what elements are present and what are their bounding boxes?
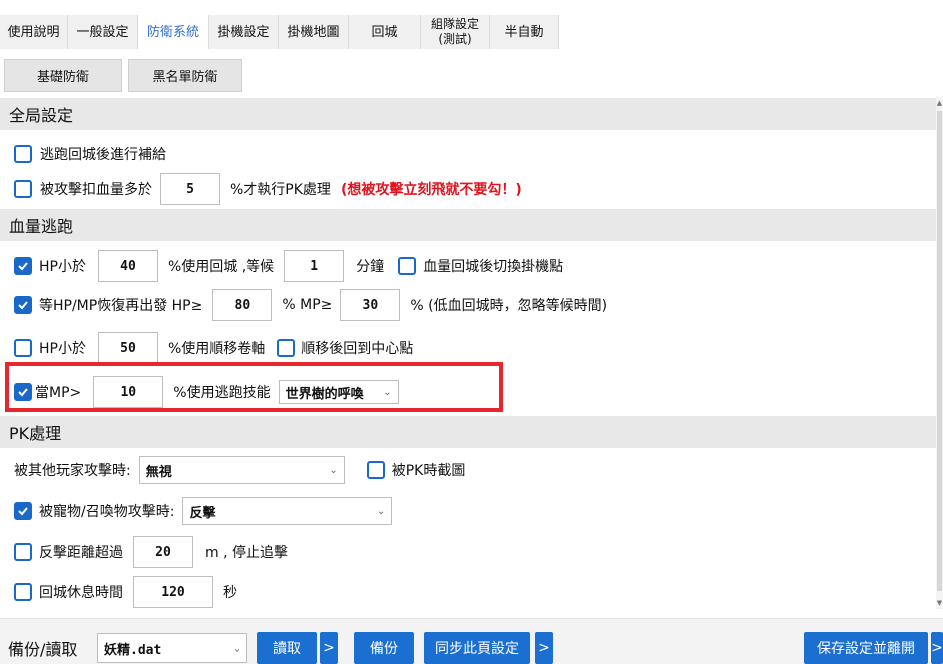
- pk-on-hit-suffix: %才執行PK處理: [230, 182, 331, 198]
- row-player-attack: 被其他玩家攻擊時: 無視 ⌄ 被PK時截圖: [14, 454, 465, 486]
- tab-afk-map[interactable]: 掛機地圖: [279, 15, 349, 49]
- hp-teleport-input[interactable]: 50: [97, 332, 158, 364]
- rest-seconds-input[interactable]: 120: [133, 576, 213, 608]
- highlight-annotation: [5, 362, 503, 412]
- pet-attack-select[interactable]: 反擊 ⌄: [182, 497, 393, 525]
- pk-on-hit-input[interactable]: 5: [160, 173, 220, 205]
- row-hp-teleport: HP小於 50 %使用順移卷軸 順移後回到中心點: [14, 332, 413, 364]
- section-header-global: 全局設定: [0, 98, 936, 130]
- tab-instructions[interactable]: 使用說明: [0, 15, 68, 49]
- sync-page-button[interactable]: 同步此頁設定: [424, 632, 530, 664]
- return-center-checkbox[interactable]: [277, 339, 296, 357]
- section-header-escape: 血量逃跑: [0, 209, 936, 241]
- load-button[interactable]: 讀取: [257, 632, 317, 664]
- subtab-blacklist-defense[interactable]: 黑名單防衛: [128, 59, 242, 92]
- row-hp-return: HP小於 40 %使用回城 ,等候 1 分鐘 血量回城後切換掛機點: [14, 250, 563, 282]
- bottom-bar: 備份/讀取 妖精.dat ⌄ 讀取 > 備份 同步此頁設定 > 保存設定並離開 …: [0, 618, 943, 664]
- recover-label: 等HP/MP恢復再出發 HP≥: [39, 298, 203, 314]
- wait-minutes-input[interactable]: 1: [284, 250, 345, 282]
- subtab-basic-defense[interactable]: 基礎防衛: [4, 59, 122, 92]
- rest-unit: 秒: [223, 585, 237, 601]
- scroll-up-icon[interactable]: ▲: [936, 99, 943, 107]
- scroll-thumb[interactable]: [937, 111, 942, 591]
- tab-semi-auto[interactable]: 半自動: [490, 15, 559, 49]
- tab-return-town[interactable]: 回城: [349, 15, 421, 49]
- return-center-label: 順移後回到中心點: [301, 341, 414, 357]
- recover-mp-label: % MP≥: [282, 297, 333, 313]
- backup-button[interactable]: 備份: [354, 632, 414, 664]
- section-header-pk: PK處理: [0, 416, 936, 448]
- chase-distance-input[interactable]: 20: [133, 536, 193, 568]
- recover-checkbox[interactable]: [14, 296, 32, 314]
- save-more-button[interactable]: >: [931, 632, 943, 664]
- load-more-button[interactable]: >: [320, 632, 338, 664]
- chevron-down-icon: ⌄: [233, 642, 240, 654]
- main-tab-bar: 使用說明 一般設定 防衛系統 掛機設定 掛機地圖 回城 組隊設定 (測試) 半自…: [0, 15, 559, 49]
- tab-defense[interactable]: 防衛系統: [138, 15, 209, 49]
- backup-load-label: 備份/讀取: [8, 640, 78, 659]
- settings-panel: 全局設定 逃跑回城後進行補給 被攻擊扣血量多於 5 %才執行PK處理 (想被攻擊…: [0, 97, 936, 609]
- recover-note: % (低血回城時，忽略等候時間): [410, 298, 608, 314]
- tab-afk-settings[interactable]: 掛機設定: [209, 15, 279, 49]
- profile-file-select[interactable]: 妖精.dat ⌄: [97, 633, 247, 663]
- tab-party-label: 組隊設定: [430, 17, 479, 31]
- row-pk-on-hit: 被攻擊扣血量多於 5 %才執行PK處理 (想被攻擊立刻飛就不要勾！): [14, 173, 522, 205]
- chase-label: 反擊距離超過: [39, 545, 123, 561]
- scroll-down-icon[interactable]: ▼: [936, 599, 943, 607]
- rest-checkbox[interactable]: [14, 583, 32, 601]
- tab-general[interactable]: 一般設定: [68, 15, 138, 49]
- sync-more-button[interactable]: >: [535, 632, 553, 664]
- hp-teleport-checkbox[interactable]: [14, 339, 32, 357]
- chevron-down-icon: ⌄: [329, 464, 338, 476]
- row-rest: 回城休息時間 120 秒: [14, 576, 237, 608]
- tab-party-sublabel: (測試): [438, 32, 472, 46]
- profile-file-value: 妖精.dat: [104, 642, 162, 658]
- wait-minutes-unit: 分鐘: [356, 259, 385, 275]
- pk-on-hit-warning: (想被攻擊立刻飛就不要勾！): [340, 182, 522, 198]
- hp-teleport-label: HP小於: [39, 341, 86, 357]
- row-pet-attack: 被寵物/召喚物攻擊時: 反擊 ⌄: [14, 495, 393, 527]
- pet-attack-value: 反擊: [189, 505, 216, 521]
- save-exit-button[interactable]: 保存設定並離開: [804, 632, 928, 664]
- refill-label: 逃跑回城後進行補給: [40, 147, 166, 163]
- switch-afk-point-label: 血量回城後切換掛機點: [423, 259, 564, 275]
- hp-return-checkbox[interactable]: [14, 257, 32, 275]
- refill-checkbox[interactable]: [14, 145, 32, 163]
- pk-on-hit-checkbox[interactable]: [14, 180, 32, 198]
- recover-mp-input[interactable]: 30: [340, 289, 401, 321]
- scrollbar[interactable]: ▲ ▼: [936, 97, 943, 609]
- pk-screenshot-label: 被PK時截圖: [391, 463, 466, 479]
- chase-suffix: m , 停止追擊: [205, 545, 288, 561]
- pk-screenshot-checkbox[interactable]: [366, 461, 385, 479]
- recover-hp-input[interactable]: 80: [212, 289, 273, 321]
- rest-label: 回城休息時間: [39, 585, 123, 601]
- tab-party[interactable]: 組隊設定 (測試): [421, 15, 490, 49]
- hp-return-label: HP小於: [39, 259, 86, 275]
- player-attack-value: 無視: [145, 464, 172, 480]
- switch-afk-point-checkbox[interactable]: [398, 257, 417, 275]
- chevron-down-icon: ⌄: [377, 505, 386, 517]
- player-attack-label: 被其他玩家攻擊時:: [14, 463, 131, 479]
- pk-on-hit-label: 被攻擊扣血量多於: [40, 182, 152, 198]
- row-chase: 反擊距離超過 20 m , 停止追擊: [14, 536, 288, 568]
- hp-return-mid-label: %使用回城 ,等候: [167, 259, 275, 275]
- player-attack-select[interactable]: 無視 ⌄: [138, 456, 345, 484]
- row-refill-after-return: 逃跑回城後進行補給: [14, 138, 166, 170]
- pet-attack-label: 被寵物/召喚物攻擊時:: [39, 504, 175, 520]
- hp-return-input[interactable]: 40: [97, 250, 158, 282]
- hp-teleport-suffix: %使用順移卷軸: [167, 341, 266, 357]
- row-recover: 等HP/MP恢復再出發 HP≥ 80 % MP≥ 30 % (低血回城時，忽略等…: [14, 289, 607, 321]
- chase-checkbox[interactable]: [14, 543, 32, 561]
- pet-attack-checkbox[interactable]: [14, 502, 32, 520]
